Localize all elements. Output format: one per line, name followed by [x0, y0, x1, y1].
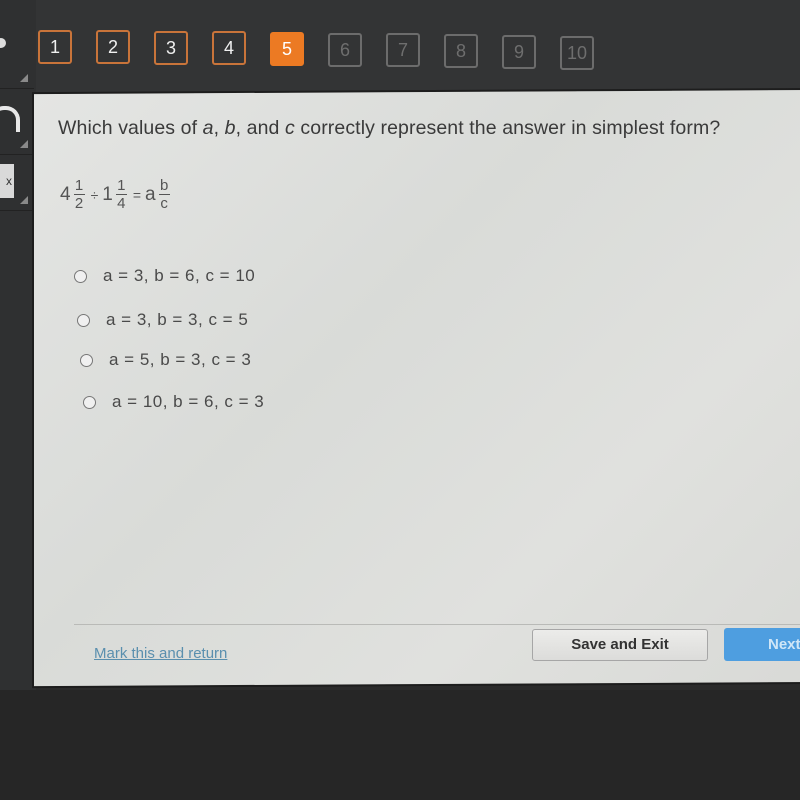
calculator-icon: x [0, 164, 14, 198]
corner-marker-icon [20, 74, 28, 82]
tool-cell-calculator[interactable]: x [0, 154, 34, 211]
equals-operator: = [132, 186, 142, 203]
variable-c: c [285, 117, 295, 139]
mark-and-return-link[interactable]: Mark this and return [94, 645, 227, 662]
screen-bezel [0, 690, 800, 800]
question-button-5-current[interactable]: 5 [270, 32, 304, 66]
question-button-4[interactable]: 4 [212, 31, 246, 65]
question-button-3[interactable]: 3 [154, 31, 188, 65]
bullet-icon [0, 38, 6, 48]
question-button-7[interactable]: 7 [386, 33, 420, 67]
radio-button[interactable] [80, 353, 93, 367]
denominator: 2 [74, 195, 84, 212]
answer-option-label: a = 3, b = 6, c = 10 [103, 266, 256, 285]
mixed-number-whole: 1 [102, 183, 113, 205]
question-prefix: Which values of [58, 117, 203, 139]
numerator: 1 [74, 177, 84, 194]
variable-b: b [224, 117, 236, 139]
numerator: b [159, 177, 169, 194]
denominator: 4 [117, 195, 126, 212]
next-button[interactable]: Next [724, 628, 800, 661]
equation: 4 12 ÷ 1 14 = a bc [60, 178, 172, 211]
question-button-6[interactable]: 6 [328, 33, 362, 67]
question-separator: , and [235, 117, 286, 139]
numerator: 1 [117, 177, 126, 194]
question-button-10[interactable]: 10 [560, 36, 594, 70]
question-button-9[interactable]: 9 [502, 35, 536, 69]
answer-option-4[interactable]: a = 10, b = 6, c = 3 [83, 392, 264, 412]
question-button-1[interactable]: 1 [38, 30, 72, 64]
divide-operator: ÷ [90, 186, 99, 203]
question-button-8[interactable]: 8 [444, 34, 478, 68]
tool-sidebar: x [0, 0, 36, 800]
mixed-number-whole: 4 [60, 183, 71, 205]
headphones-icon [0, 106, 20, 132]
answer-option-label: a = 5, b = 3, c = 3 [109, 350, 252, 369]
fraction: 12 [73, 177, 85, 212]
question-separator: , [213, 117, 225, 139]
fraction: 14 [115, 177, 127, 212]
variable-a: a [202, 117, 214, 139]
tool-cell-1[interactable] [0, 0, 34, 89]
mixed-number-whole: a [145, 183, 156, 205]
tool-cell-audio[interactable] [0, 88, 34, 155]
fraction: bc [158, 177, 170, 212]
save-and-exit-button[interactable]: Save and Exit [532, 629, 708, 661]
answer-option-label: a = 3, b = 3, c = 5 [106, 310, 249, 329]
question-suffix: correctly represent the answer in simple… [294, 117, 721, 139]
corner-marker-icon [20, 140, 28, 148]
answer-option-1[interactable]: a = 3, b = 6, c = 10 [74, 266, 255, 286]
footer-divider [74, 624, 800, 625]
radio-button[interactable] [74, 269, 87, 283]
question-text: Which values of a, b, and c correctly re… [58, 117, 720, 140]
answer-option-label: a = 10, b = 6, c = 3 [112, 392, 265, 411]
answer-option-2[interactable]: a = 3, b = 3, c = 5 [77, 310, 248, 330]
corner-marker-icon [20, 196, 28, 204]
radio-button[interactable] [77, 313, 90, 327]
question-button-2[interactable]: 2 [96, 30, 130, 64]
radio-button[interactable] [83, 395, 96, 409]
answer-option-3[interactable]: a = 5, b = 3, c = 3 [80, 350, 251, 370]
denominator: c [160, 195, 168, 212]
